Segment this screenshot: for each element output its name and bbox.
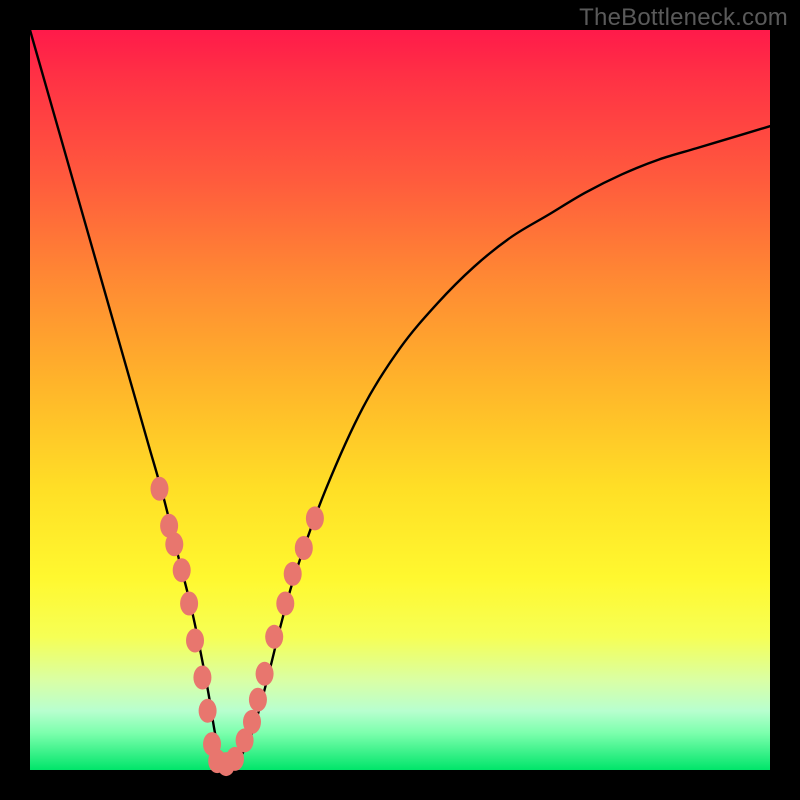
highlighted-point [193,666,211,690]
highlighted-point [265,625,283,649]
bottleneck-curve [30,30,770,770]
highlighted-points-group [151,477,324,776]
highlighted-point [151,477,169,501]
highlighted-point [199,699,217,723]
chart-container: TheBottleneck.com [0,0,800,800]
chart-overlay [30,30,770,770]
highlighted-point [256,662,274,686]
highlighted-point [284,562,302,586]
watermark-text: TheBottleneck.com [579,4,788,32]
highlighted-point [173,558,191,582]
highlighted-point [243,710,261,734]
highlighted-point [306,506,324,530]
highlighted-point [276,592,294,616]
highlighted-point [186,629,204,653]
highlighted-point [180,592,198,616]
highlighted-point [249,688,267,712]
highlighted-point [295,536,313,560]
highlighted-point [165,532,183,556]
plot-area [30,30,770,770]
